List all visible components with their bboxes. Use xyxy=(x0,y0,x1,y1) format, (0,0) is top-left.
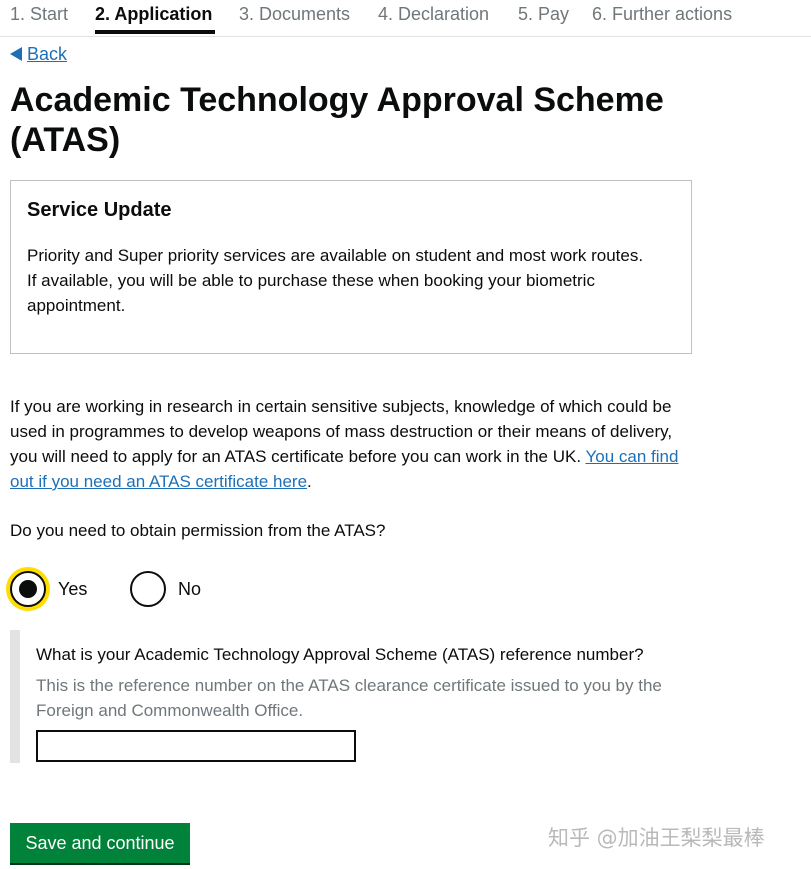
atas-question: Do you need to obtain permission from th… xyxy=(10,521,386,540)
page-title: Academic Technology Approval Scheme (ATA… xyxy=(10,81,664,159)
reference-number-label: What is your Academic Technology Approva… xyxy=(36,645,644,664)
current-step-indicator xyxy=(95,30,215,34)
watermark: 知乎 @加油王梨梨最棒 xyxy=(548,826,765,850)
service-update-panel: Service Update Priority and Super priori… xyxy=(10,180,692,354)
step-start: 1. Start xyxy=(10,4,69,24)
radio-yes[interactable]: Yes xyxy=(10,568,87,610)
radio-yes-circle[interactable] xyxy=(10,571,46,607)
intro-text: If you are working in research in certai… xyxy=(10,397,673,466)
intro-paragraph: If you are working in research in certai… xyxy=(10,394,700,494)
back-link[interactable]: Back xyxy=(10,44,67,65)
step-further-actions: 6. Further actions xyxy=(592,4,733,24)
step-declaration: 4. Declaration xyxy=(378,4,490,24)
back-link-label: Back xyxy=(27,44,68,64)
reference-number-hint: This is the reference number on the ATAS… xyxy=(36,676,662,720)
step-documents: 3. Documents xyxy=(239,4,351,24)
reference-number-section: What is your Academic Technology Approva… xyxy=(10,630,700,763)
radio-no-circle[interactable] xyxy=(130,571,166,607)
radio-yes-label[interactable]: Yes xyxy=(58,579,87,600)
radio-selected-dot xyxy=(19,580,37,598)
step-application: 2. Application xyxy=(95,4,213,24)
service-update-heading: Service Update xyxy=(27,199,172,221)
step-pay: 5. Pay xyxy=(518,4,570,24)
radio-no-label[interactable]: No xyxy=(178,579,201,600)
step-navigation: 1. Start 2. Application 3. Documents 4. … xyxy=(0,0,811,37)
save-and-continue-button[interactable]: Save and continue xyxy=(10,823,190,863)
reference-number-input[interactable] xyxy=(36,730,356,762)
service-update-body: Priority and Super priority services are… xyxy=(27,246,644,315)
intro-end: . xyxy=(307,472,312,491)
back-arrow-icon xyxy=(10,47,22,61)
radio-no[interactable]: No xyxy=(130,568,201,610)
